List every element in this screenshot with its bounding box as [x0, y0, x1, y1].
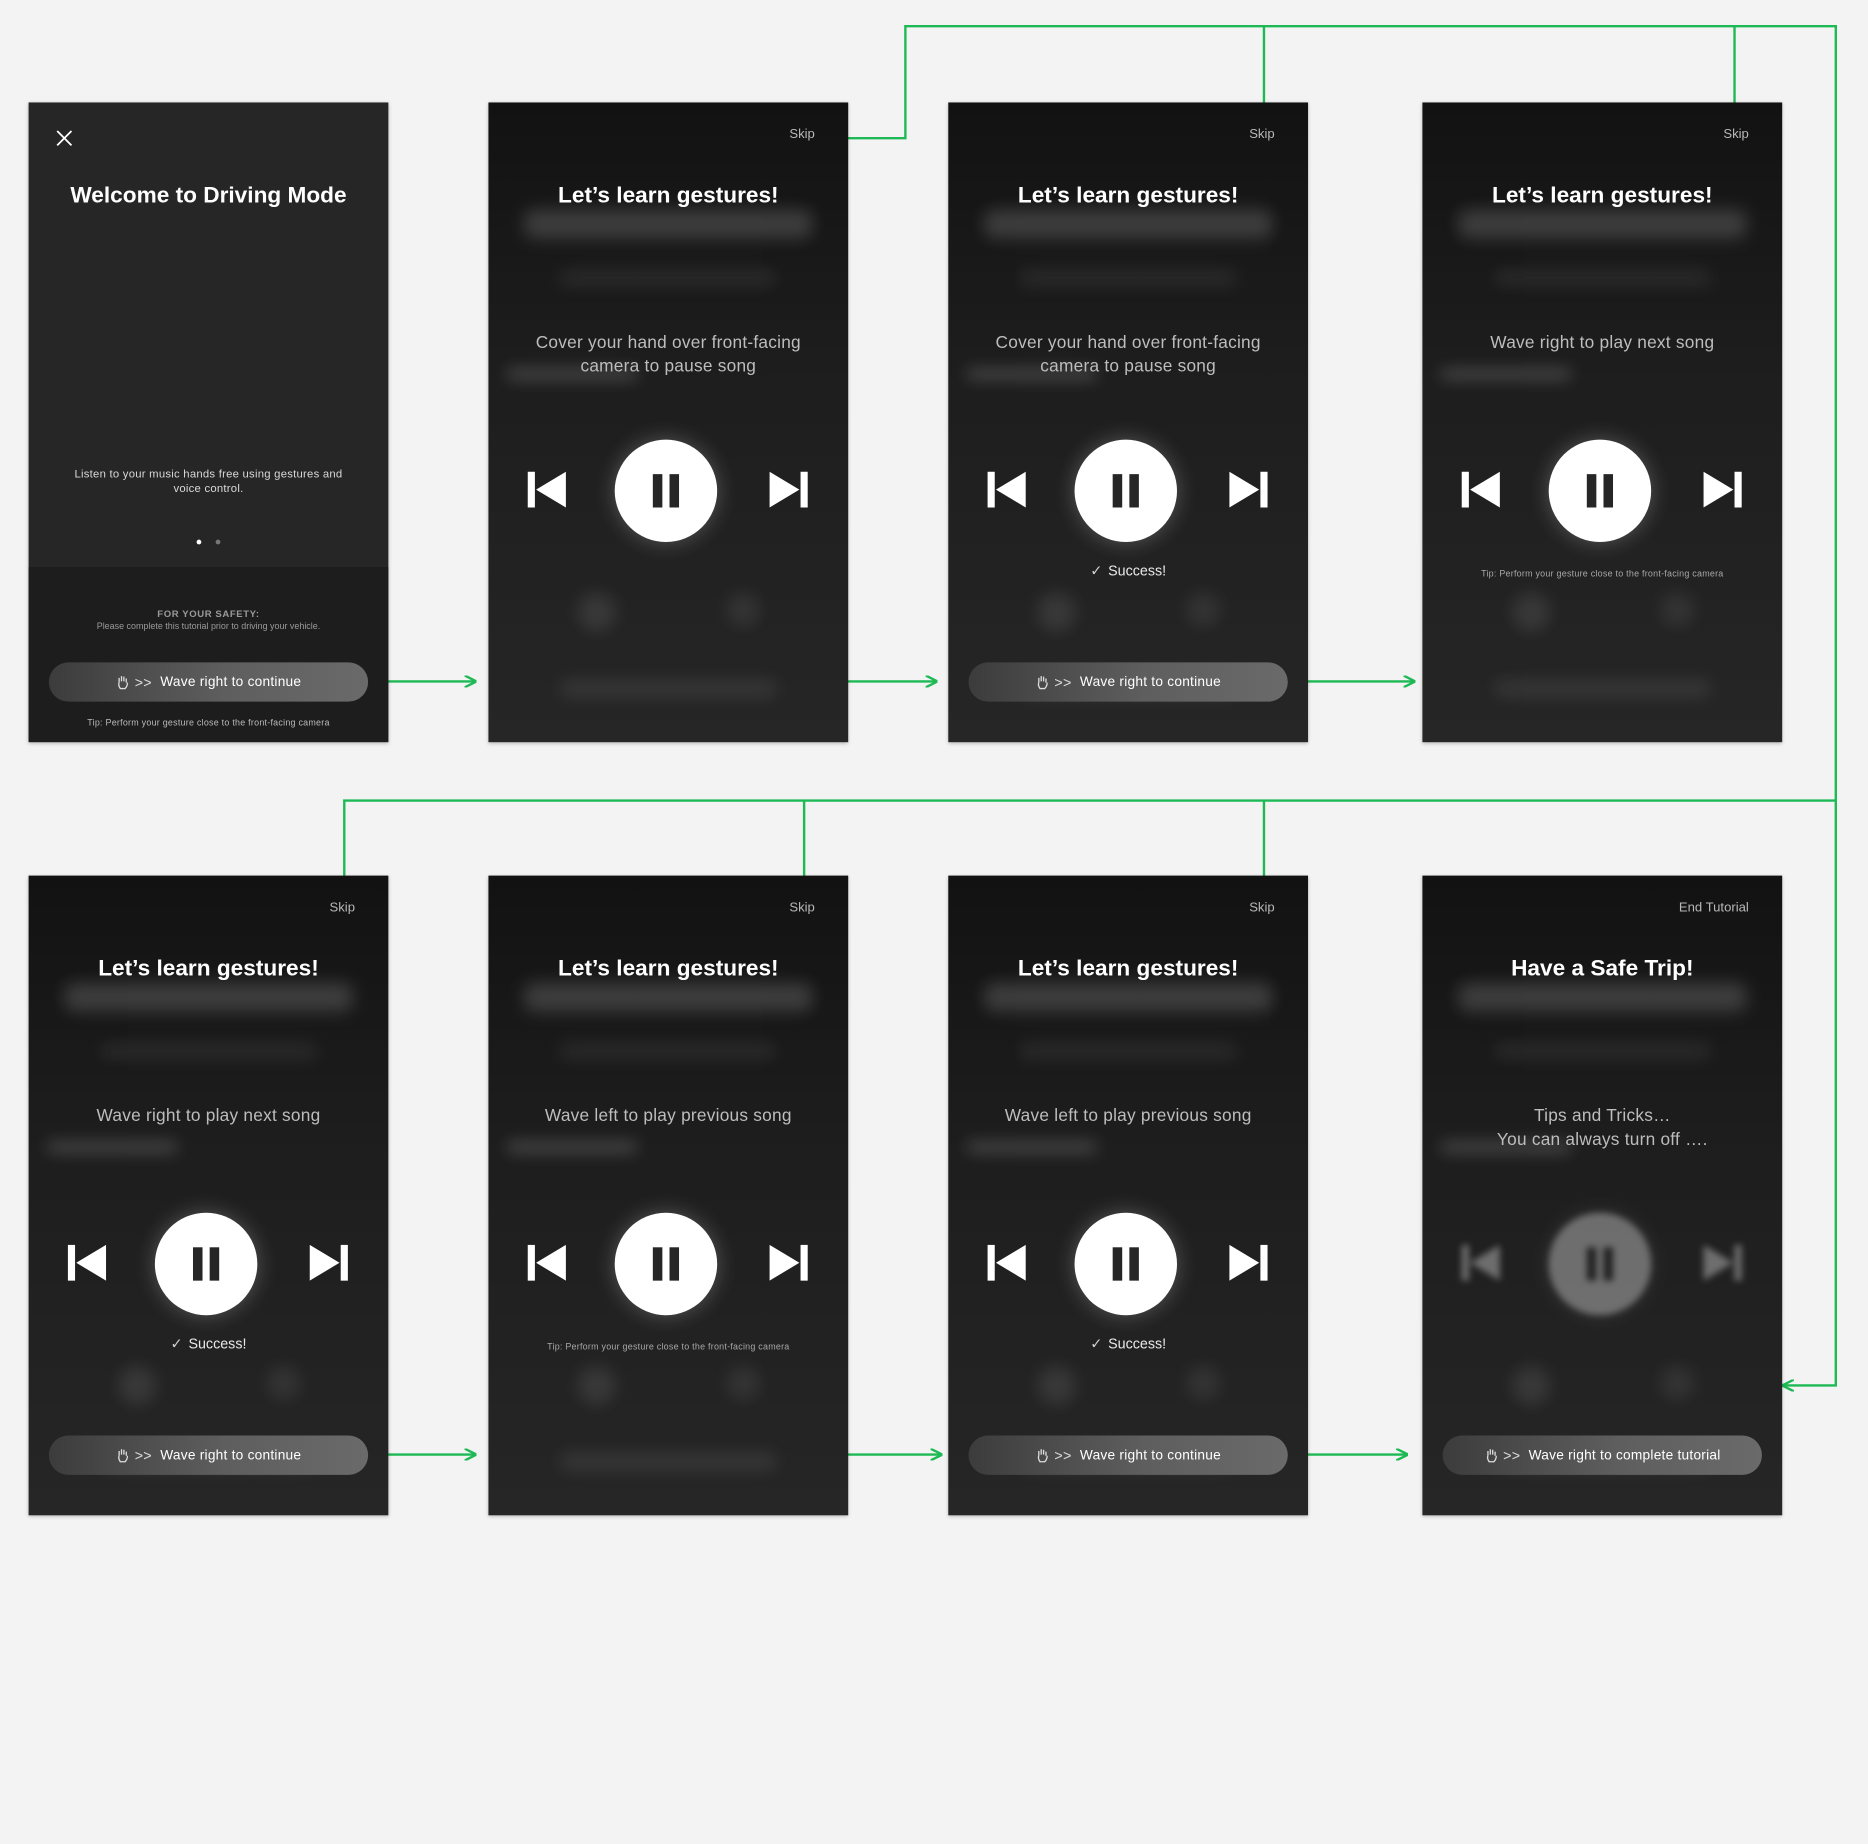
- success-message: ✓ Success!: [1090, 1335, 1167, 1353]
- next-track-icon[interactable]: [767, 1241, 810, 1284]
- checkmark-icon: ✓: [170, 1335, 183, 1353]
- screen-title: Have a Safe Trip!: [1511, 956, 1694, 982]
- wave-hand-icon: >>: [1484, 1447, 1520, 1464]
- success-message: ✓ Success!: [170, 1335, 247, 1353]
- wave-hand-icon: >>: [1035, 1447, 1071, 1464]
- skip-link[interactable]: Skip: [1723, 127, 1749, 141]
- instruction-text: Wave right to play next song: [96, 1106, 321, 1126]
- welcome-title: Welcome to Driving Mode: [70, 183, 347, 209]
- previous-track-icon[interactable]: [985, 468, 1028, 511]
- screen-title: Let’s learn gestures!: [1492, 183, 1713, 209]
- instruction-text: Wave left to play previous song: [1004, 1106, 1252, 1126]
- screen-title: Let’s learn gestures!: [558, 956, 779, 982]
- checkmark-icon: ✓: [1090, 1335, 1103, 1353]
- wave-label: Wave right to continue: [1079, 674, 1221, 690]
- playback-controls: [29, 1209, 389, 1316]
- pause-button[interactable]: [1548, 1212, 1652, 1316]
- previous-track-icon[interactable]: [525, 1241, 568, 1284]
- screen-title: Let’s learn gestures!: [1017, 956, 1239, 982]
- next-track-icon[interactable]: [1227, 468, 1270, 511]
- next-track-icon[interactable]: [1701, 468, 1744, 511]
- pause-button[interactable]: [1074, 439, 1178, 543]
- wave-continue-button[interactable]: >> Wave right to continue: [48, 1435, 369, 1475]
- next-track-icon[interactable]: [1701, 1241, 1744, 1284]
- playback-controls: [948, 436, 1308, 543]
- welcome-bottom-panel: [28, 567, 389, 743]
- gesture-screen-2: Skip Let’s learn gestures! Cover your ha…: [948, 102, 1309, 743]
- screen-title: Let’s learn gestures!: [98, 956, 319, 982]
- previous-track-icon[interactable]: [1459, 468, 1502, 511]
- previous-track-icon[interactable]: [1459, 1241, 1502, 1284]
- next-track-icon[interactable]: [767, 468, 810, 511]
- playback-controls: [488, 436, 848, 543]
- gesture-screen-5: Skip Let’s learn gestures! Wave left to …: [488, 875, 849, 1516]
- checkmark-icon: ✓: [1090, 562, 1103, 579]
- success-message: ✓ Success!: [1090, 562, 1167, 579]
- welcome-screen: Welcome to Driving Mode Listen to your m…: [28, 102, 389, 743]
- screen-title: Let’s learn gestures!: [1017, 183, 1239, 209]
- pause-button[interactable]: [1548, 439, 1652, 543]
- playback-controls: [1422, 436, 1782, 543]
- next-track-icon[interactable]: [1227, 1241, 1270, 1284]
- previous-track-icon[interactable]: [66, 1241, 109, 1284]
- page-dot: [215, 539, 221, 545]
- page-dots: [29, 529, 389, 550]
- gesture-screen-4: Skip Let’s learn gestures! Wave right to…: [28, 875, 389, 1516]
- gesture-screen-1: Skip Let’s learn gestures! Cover your ha…: [488, 102, 849, 743]
- wave-hand-icon: >>: [1035, 674, 1071, 690]
- close-icon[interactable]: [52, 126, 76, 150]
- instruction-text: Cover your hand over front-facing camera…: [535, 333, 801, 377]
- wave-hand-icon: >>: [116, 674, 152, 690]
- pause-icon: [192, 1247, 203, 1281]
- playback-controls: [1422, 1209, 1782, 1316]
- welcome-description: Listen to your music hands free using ge…: [74, 468, 343, 496]
- pause-icon: [1586, 474, 1597, 508]
- pause-icon: [1112, 474, 1123, 508]
- pause-icon: [1112, 1247, 1123, 1281]
- wave-continue-button[interactable]: >> Wave right to continue: [968, 1435, 1288, 1475]
- pause-button[interactable]: [154, 1212, 258, 1316]
- tip-text: Tip: Perform your gesture close to the f…: [547, 1341, 790, 1353]
- pause-icon: [652, 474, 663, 508]
- playback-controls: [948, 1209, 1308, 1316]
- wave-continue-button[interactable]: >> Wave right to continue: [48, 662, 369, 702]
- screen-title: Let’s learn gestures!: [558, 183, 779, 209]
- skip-link[interactable]: Skip: [1249, 127, 1275, 141]
- pause-icon: [1586, 1247, 1597, 1281]
- safety-text: Please complete this tutorial prior to d…: [96, 620, 321, 632]
- gesture-screen-3: Skip Let’s learn gestures! Wave right to…: [1422, 102, 1783, 743]
- wave-continue-button[interactable]: >> Wave right to complete tutorial: [1442, 1435, 1762, 1475]
- pause-button[interactable]: [1074, 1212, 1178, 1316]
- skip-link[interactable]: Skip: [789, 127, 815, 141]
- wave-label: Wave right to continue: [160, 1448, 302, 1463]
- wave-label: Wave right to complete tutorial: [1528, 1448, 1721, 1463]
- previous-track-icon[interactable]: [985, 1241, 1028, 1284]
- instruction-text: Tips and Tricks… You can always turn off …: [1496, 1106, 1708, 1150]
- wave-hand-icon: >>: [116, 1447, 152, 1464]
- next-track-icon[interactable]: [307, 1241, 350, 1284]
- previous-track-icon[interactable]: [525, 468, 568, 511]
- playback-controls: [488, 1209, 848, 1316]
- wave-continue-button[interactable]: >> Wave right to continue: [968, 662, 1288, 702]
- skip-link[interactable]: End Tutorial: [1679, 901, 1749, 915]
- instruction-text: Cover your hand over front-facing camera…: [995, 333, 1261, 377]
- wave-label: Wave right to continue: [160, 674, 302, 690]
- page-dot-active: [196, 539, 202, 545]
- gesture-screen-7: End Tutorial Have a Safe Trip! Tips and …: [1422, 875, 1783, 1516]
- skip-link[interactable]: Skip: [789, 901, 815, 915]
- pause-icon: [652, 1247, 663, 1281]
- pause-button[interactable]: [614, 1212, 718, 1316]
- tip-text: Tip: Perform your gesture close to the f…: [87, 717, 330, 728]
- pause-button[interactable]: [614, 439, 718, 543]
- gesture-screen-6: Skip Let’s learn gestures! Wave left to …: [948, 875, 1309, 1516]
- tip-text: Tip: Perform your gesture close to the f…: [1481, 568, 1724, 579]
- instruction-text: Wave right to play next song: [1490, 333, 1715, 353]
- skip-link[interactable]: Skip: [1249, 901, 1275, 915]
- wave-label: Wave right to continue: [1079, 1448, 1221, 1463]
- instruction-text: Wave left to play previous song: [544, 1106, 792, 1126]
- skip-link[interactable]: Skip: [330, 901, 356, 915]
- safety-heading: FOR YOUR SAFETY:: [157, 608, 260, 620]
